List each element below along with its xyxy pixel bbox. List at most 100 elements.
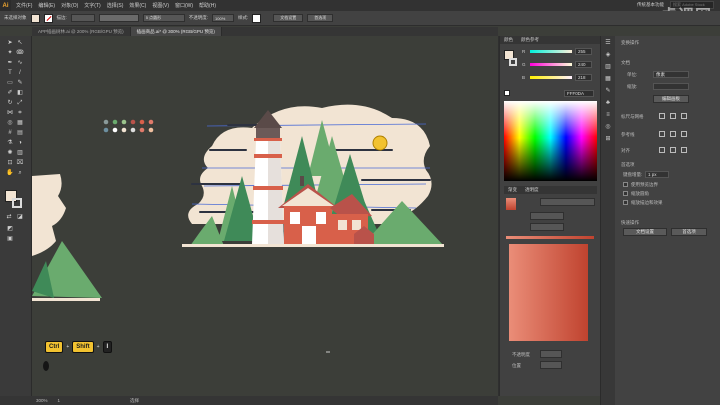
preferences-button[interactable]: 首选项 xyxy=(307,14,334,22)
stroke-weight-field[interactable] xyxy=(70,14,95,22)
blue-value-field[interactable]: 218 xyxy=(575,73,592,81)
column-graph-icon[interactable]: ▥ xyxy=(16,150,24,157)
tab-gradient[interactable]: 渐变 xyxy=(508,187,517,193)
perspective-grid-icon[interactable]: ▦ xyxy=(16,120,24,127)
properties-icon[interactable]: ☰ xyxy=(604,40,612,47)
opacity-field[interactable]: 100% xyxy=(212,14,235,22)
eraser-icon[interactable]: ◧ xyxy=(16,90,24,97)
stroke-icon[interactable]: ≡ xyxy=(604,112,612,119)
symbols-icon[interactable]: ♣ xyxy=(604,100,612,107)
document-setup-panel-button[interactable]: 文档设置 xyxy=(623,228,667,236)
mesh-tool-icon[interactable]: # xyxy=(6,130,14,137)
rectangle-tool-icon[interactable]: ▭ xyxy=(6,80,14,87)
fill-swatch[interactable] xyxy=(30,13,40,23)
shape-builder-icon[interactable]: ◎ xyxy=(6,120,14,127)
zoom-tool-icon[interactable]: ⌕ xyxy=(16,170,24,177)
rotate-tool-icon[interactable]: ↻ xyxy=(6,100,14,107)
nudge-field[interactable]: 1 px xyxy=(645,171,669,178)
blend-tool-icon[interactable]: ◑ xyxy=(16,140,24,147)
scale-tool-icon[interactable]: ⤢ xyxy=(16,100,24,107)
snap-select[interactable] xyxy=(653,83,689,90)
green-value-field[interactable]: 240 xyxy=(575,60,592,68)
magic-wand-icon[interactable]: ✦ xyxy=(6,50,14,57)
hex-value-field[interactable]: FFF0DA xyxy=(564,90,594,97)
tab-product-illustration[interactable]: 插画商品.ai* @ 300% (RGB/GPU 预览) xyxy=(130,27,222,36)
brushes-icon[interactable]: ✎ xyxy=(604,88,612,95)
document-setup-button[interactable]: 文档设置 xyxy=(273,14,304,22)
tab-transparency[interactable]: 透明度 xyxy=(525,187,539,193)
ruler-icons[interactable] xyxy=(659,113,687,119)
align-icons[interactable] xyxy=(659,147,687,153)
draw-mode-icon[interactable]: ◩ xyxy=(6,226,14,233)
layers-icon[interactable]: ◈ xyxy=(604,52,612,59)
red-value-field[interactable]: 255 xyxy=(575,47,592,55)
green-slider[interactable] xyxy=(530,62,572,66)
red-slider[interactable] xyxy=(530,49,572,53)
tab-color-guide[interactable]: 颜色参考 xyxy=(521,37,539,43)
paintbrush-icon[interactable]: ✎ xyxy=(16,80,24,87)
curvature-tool-icon[interactable]: ∿ xyxy=(16,60,24,67)
stroke-color-icon[interactable] xyxy=(12,198,22,208)
gradient-angle-field[interactable] xyxy=(530,212,564,220)
gradient-slider-bar[interactable] xyxy=(506,236,594,239)
shaper-tool-icon[interactable]: ✐ xyxy=(6,90,14,97)
align-icon[interactable]: ⊞ xyxy=(604,136,612,143)
ruler-grid-label: 标尺与网格 xyxy=(621,114,644,119)
color-stroke-preview[interactable] xyxy=(509,58,517,66)
symbol-sprayer-icon[interactable]: ✺ xyxy=(6,150,14,157)
artboard-number[interactable]: 1 xyxy=(58,398,61,403)
gradient-opacity-field[interactable] xyxy=(540,350,562,358)
menu-view[interactable]: 视图(V) xyxy=(152,2,169,9)
stroke-swatch[interactable] xyxy=(43,13,53,23)
direct-selection-tool-icon[interactable]: ↖ xyxy=(16,40,24,47)
menu-select[interactable]: 选择(S) xyxy=(107,2,124,9)
appearance-icon[interactable]: ◎ xyxy=(604,124,612,131)
type-tool-icon[interactable]: T xyxy=(6,70,14,77)
zoom-level[interactable]: 300% xyxy=(36,398,48,403)
width-tool-icon[interactable]: ⋈ xyxy=(6,110,14,117)
free-transform-icon[interactable]: ⌗ xyxy=(16,110,24,117)
slice-tool-icon[interactable]: ⌧ xyxy=(16,160,24,167)
tab-app-forest[interactable]: APP插画树林.ai @ 200% (RGB/GPU 预览) xyxy=(32,27,131,36)
guides-icons[interactable] xyxy=(659,131,687,137)
menu-window[interactable]: 窗口(W) xyxy=(175,2,193,9)
variable-width-field[interactable] xyxy=(98,14,139,22)
brush-definition-select[interactable]: 5 点圆形 xyxy=(142,14,185,22)
libraries-icon[interactable]: ▥ xyxy=(604,64,612,71)
tab-color[interactable]: 颜色 xyxy=(504,37,513,43)
artboard-tool-icon[interactable]: ⊡ xyxy=(6,160,14,167)
pen-tool-icon[interactable]: ✒ xyxy=(6,60,14,67)
hand-tool-icon[interactable]: ✋ xyxy=(6,170,14,177)
menu-help[interactable]: 帮助(H) xyxy=(199,2,216,9)
gradient-location-field[interactable] xyxy=(540,361,562,369)
scale-corners-checkbox[interactable] xyxy=(623,191,628,196)
line-tool-icon[interactable]: / xyxy=(16,70,24,77)
menu-file[interactable]: 文件(F) xyxy=(16,2,32,9)
screen-mode-icon[interactable]: ▣ xyxy=(6,236,14,243)
menu-effect[interactable]: 效果(C) xyxy=(129,2,146,9)
selection-tool-icon[interactable]: ➤ xyxy=(6,40,14,47)
menu-type[interactable]: 文字(T) xyxy=(84,2,100,9)
preferences-panel-button[interactable]: 首选项 xyxy=(671,228,707,236)
lasso-icon[interactable]: ↂ xyxy=(16,50,24,57)
gradient-preview-swatch[interactable] xyxy=(506,198,516,210)
scale-strokes-checkbox[interactable] xyxy=(623,200,628,205)
preview-bounds-checkbox[interactable] xyxy=(623,182,628,187)
menu-object[interactable]: 对象(O) xyxy=(61,2,78,9)
selection-status: 未选择对象 xyxy=(4,15,27,20)
default-colors-icon[interactable]: ◪ xyxy=(16,214,24,221)
blue-slider[interactable] xyxy=(530,75,572,79)
style-swatch[interactable] xyxy=(252,13,262,23)
gradient-aspect-field[interactable] xyxy=(530,223,564,231)
swap-colors-icon[interactable]: ⇄ xyxy=(5,214,13,221)
gradient-tool-icon[interactable]: ▤ xyxy=(16,130,24,137)
swatches-icon[interactable]: ▦ xyxy=(604,76,612,83)
unit-select[interactable]: 像素 xyxy=(653,71,689,78)
menu-edit[interactable]: 编辑(E) xyxy=(38,2,55,9)
eyedropper-icon[interactable]: ⚗ xyxy=(6,140,14,147)
color-spectrum[interactable] xyxy=(504,101,597,181)
edit-artboard-button[interactable]: 编辑画板 xyxy=(653,95,689,103)
gradient-type-select[interactable] xyxy=(540,198,595,206)
none-color-icon[interactable] xyxy=(504,90,510,96)
workspace-switcher[interactable]: 传统基本功能 xyxy=(637,2,664,8)
